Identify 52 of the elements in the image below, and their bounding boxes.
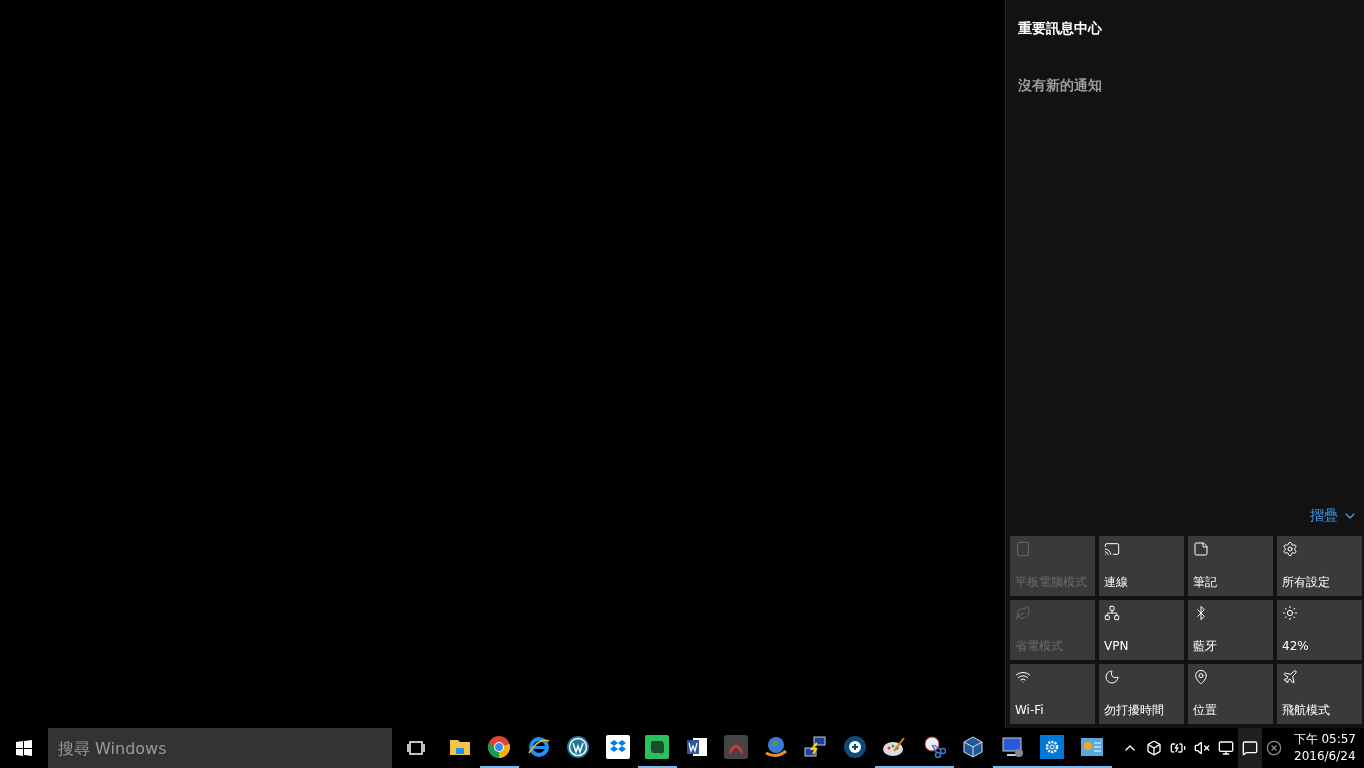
quick-action-tile[interactable]: Wi-Fi — [1010, 664, 1095, 724]
box-icon — [1145, 740, 1162, 756]
quick-action-tile[interactable]: 勿打擾時間 — [1099, 664, 1184, 724]
quick-action-tile[interactable]: 所有設定 — [1277, 536, 1362, 596]
globe-icon — [763, 735, 788, 759]
message-icon — [1241, 740, 1258, 756]
search-field[interactable]: 搜尋 Windows — [48, 728, 392, 768]
quick-action-tile[interactable]: VPN — [1099, 600, 1184, 660]
wordpress-icon — [566, 735, 591, 759]
pdf-icon — [724, 735, 749, 759]
windows-logo-icon — [16, 740, 32, 756]
quick-action-tile[interactable]: 連線 — [1099, 536, 1184, 596]
task-view-icon — [406, 740, 426, 756]
quick-action-tile[interactable]: 藍牙 — [1188, 600, 1273, 660]
chart-card-icon — [1079, 735, 1104, 759]
leaf-icon — [1015, 605, 1031, 621]
brightness-icon — [1282, 605, 1298, 621]
cube-icon — [961, 735, 986, 759]
scissors-icon — [921, 735, 946, 759]
monitor-icon — [1000, 735, 1025, 759]
action-center-button[interactable] — [1237, 728, 1262, 768]
battery-icon — [1169, 740, 1186, 756]
clock-time: 下午 05:57 — [1293, 731, 1356, 748]
empty-message: 沒有新的通知 — [1017, 76, 1103, 95]
quick-action-tile[interactable]: 位置 — [1188, 664, 1273, 724]
chrome-icon — [487, 735, 512, 759]
collapse-link[interactable]: 摺疊 — [1310, 505, 1358, 526]
quick-action-tile[interactable]: 42% — [1277, 600, 1362, 660]
settings-icon — [1040, 735, 1065, 759]
magnifier-icon — [842, 735, 867, 759]
palette-icon — [882, 735, 907, 759]
close-icon — [1265, 740, 1282, 756]
panel-title: 重要訊息中心 — [1017, 19, 1103, 38]
settings-icon — [1282, 541, 1298, 557]
letter-e-icon — [526, 735, 551, 759]
airplane-icon — [1282, 669, 1298, 685]
elephant-icon — [645, 735, 670, 759]
wifi-icon — [1015, 669, 1031, 685]
cast-icon — [1104, 541, 1120, 557]
muted-speaker-icon — [1193, 740, 1210, 756]
note-icon — [1193, 541, 1209, 557]
moon-icon — [1104, 669, 1120, 685]
location-icon — [1193, 669, 1209, 685]
dropbox-icon — [605, 735, 630, 759]
network-icon — [1104, 605, 1120, 621]
document-icon — [684, 735, 709, 759]
quick-action-tile[interactable]: 筆記 — [1188, 536, 1273, 596]
network-icon — [1217, 740, 1234, 756]
quick-action-tile[interactable]: 飛航模式 — [1277, 664, 1362, 724]
tablet-icon — [1015, 541, 1031, 557]
clock-date: 2016/6/24 — [1294, 748, 1356, 765]
computers-icon — [803, 735, 828, 759]
